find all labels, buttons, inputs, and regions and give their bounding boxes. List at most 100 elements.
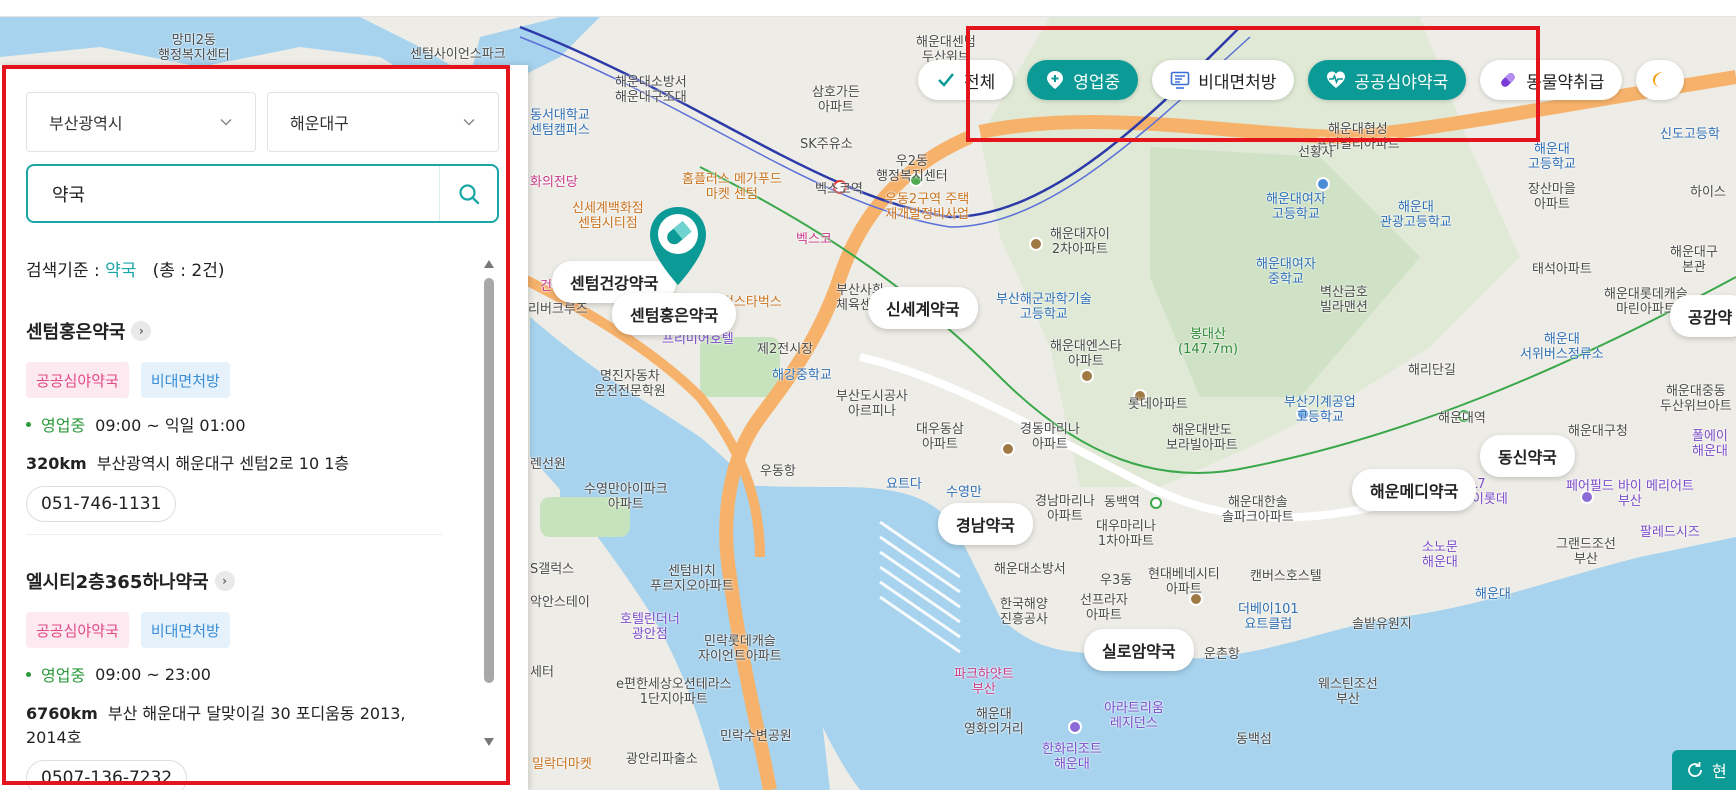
map-label: S갤럭스 <box>530 562 575 577</box>
map-label: 해운대구청 <box>1568 424 1628 439</box>
filter-highlight-box <box>966 26 1540 142</box>
poi-marker <box>1001 442 1015 456</box>
map-label: SK주유소 <box>800 137 853 152</box>
scrollbar-thumb[interactable] <box>484 278 494 683</box>
map-label: 렌선원 <box>530 457 566 472</box>
map-label: 해운대 영화의거리 <box>964 707 1024 737</box>
status-dot-icon <box>26 421 31 427</box>
map-label: 해운대중동 두산위브아트 <box>1660 384 1732 414</box>
map-label: 우동2구역 주택 재개발정비사업 <box>885 192 970 222</box>
pharmacy-map-label[interactable]: 센텀홍은약국 <box>612 293 737 335</box>
tag-remote-prescription: 비대면처방 <box>140 612 230 648</box>
search-box <box>26 164 499 223</box>
map-label: 신도고등학 <box>1660 127 1720 142</box>
map-label: 수영만아이파크 아파트 <box>584 482 668 512</box>
map-label: 대우동삼 아파트 <box>916 422 964 452</box>
refresh-icon <box>1688 762 1702 777</box>
result-item[interactable]: 센텀홍은약국 › 공공심야약국 비대면처방 영업중 09:00 ~ 익일 01:… <box>26 318 446 522</box>
map-label: 해운대여자 고등학교 <box>1266 192 1326 222</box>
poi-marker <box>1316 177 1330 191</box>
reset-location-button[interactable]: 현 <box>1672 750 1736 790</box>
result-tags: 공공심야약국 비대면처방 <box>26 362 446 398</box>
pharmacy-map-label[interactable]: 실로암약국 <box>1084 629 1194 671</box>
map-label: 우3동 <box>1100 573 1133 588</box>
result-address-row: 6760km 부산 해운대구 달맞이길 30 포디움동 2013, 2014호 <box>26 700 446 748</box>
map-label: 신세계백화점 센텀시티점 <box>572 201 644 231</box>
map-label: 홈플러스 메가푸드 마켓 센텀 <box>682 172 782 202</box>
map-label: 부산기계공업 고등학교 <box>1284 395 1356 425</box>
map-label: 한화리조트 해운대 <box>1042 742 1102 772</box>
pharmacy-map-label[interactable]: 해운메디약국 <box>1352 469 1477 511</box>
chevron-right-icon[interactable]: › <box>214 571 235 591</box>
app-root: 망미2동 행정복지센터 해운대소방서 해운대구조대 삼호가든 아파트 동서대학교 센텀캠… <box>0 0 1736 790</box>
tag-remote-prescription: 비대면처방 <box>140 362 230 398</box>
map-label: 벡스코 <box>796 232 832 247</box>
map-label: 명진자동차 운전전문학원 <box>594 369 666 399</box>
filter-night-mode-chip[interactable] <box>1636 60 1685 100</box>
map-label: 악안스테이 <box>530 595 590 610</box>
selected-pharmacy-pin-icon[interactable] <box>648 205 708 287</box>
phone-button[interactable]: 051-746-1131 <box>26 486 177 522</box>
result-name: 센텀홍은약국 <box>26 322 126 343</box>
open-status: 영업중 <box>41 416 86 435</box>
map-label: 해운대반도 보라빌아파트 <box>1166 423 1238 453</box>
search-input[interactable] <box>52 166 452 221</box>
map-label: 화의전당 <box>530 175 578 190</box>
pharmacy-map-label[interactable]: 공감약 <box>1670 295 1736 337</box>
map-label: 센텀비치 푸르지오아파트 <box>650 564 734 594</box>
map-label: 운촌항 <box>1204 647 1240 662</box>
map-label: 리버크루즈 <box>528 302 588 317</box>
map-label: 제2전시장 <box>757 342 814 357</box>
map-label: 한국해양 진흥공사 <box>1000 597 1048 627</box>
map-label: 광안리파출소 <box>626 752 698 767</box>
map-label: 봉대산 (147.7m) <box>1178 327 1239 357</box>
map-label: 현대베네시티 아파트 <box>1148 567 1220 597</box>
map-label: 더베이101 요트클럽 <box>1238 602 1299 632</box>
result-name-row[interactable]: 센텀홍은약국 › <box>26 318 446 344</box>
open-status: 영업중 <box>41 666 86 685</box>
map-label: 밀락더마켓 <box>532 757 592 772</box>
business-hours: 09:00 ~ 익일 01:00 <box>95 416 246 435</box>
map-label: 해운대엔스타 아파트 <box>1050 339 1122 369</box>
scroll-up-arrow-icon[interactable] <box>484 260 494 268</box>
district-select-value: 해운대구 <box>290 114 349 133</box>
map-label: 하이스 <box>1690 185 1726 200</box>
map-label: 대우마리나 1차아파트 <box>1096 519 1156 549</box>
city-select-value: 부산광역시 <box>49 114 123 133</box>
city-select[interactable]: 부산광역시 <box>26 92 256 152</box>
map-label: 솔밭유원지 <box>1352 617 1412 632</box>
map-label: 선프라자 아파트 <box>1080 593 1128 623</box>
criteria-total: (총 : 2건) <box>152 261 225 281</box>
result-divider <box>26 534 442 535</box>
district-select[interactable]: 해운대구 <box>267 92 499 152</box>
chevron-down-icon <box>463 118 475 126</box>
map-label: 그랜드조선 부산 <box>1556 537 1616 567</box>
result-item[interactable]: 엘시티2층365하나약국 › 공공심야약국 비대면처방 영업중 09:00 ~ … <box>26 568 446 790</box>
map-label: 해운대구 본관 <box>1670 245 1718 275</box>
result-tags: 공공심야약국 비대면처방 <box>26 612 446 648</box>
check-icon <box>936 70 956 90</box>
map-label: 벽산금호 빌라맨션 <box>1320 285 1368 315</box>
poi-marker <box>1068 720 1082 734</box>
map-label: 민락롯데캐슬 자이언트아파트 <box>698 634 782 664</box>
chevron-right-icon[interactable]: › <box>131 321 152 341</box>
map-label: 요트다 <box>886 477 922 492</box>
result-address: 부산광역시 해운대구 센텀2로 10 1층 <box>96 454 350 473</box>
map-label: 수영만 <box>946 485 982 500</box>
search-button[interactable] <box>439 166 497 221</box>
map-label: e편한세상오션테라스 1단지아파트 <box>616 677 732 707</box>
map-label: 웨스틴조선 부산 <box>1318 677 1378 707</box>
pharmacy-map-label[interactable]: 동신약국 <box>1480 435 1575 477</box>
result-distance: 320km <box>26 454 87 473</box>
pharmacy-map-label[interactable]: 경남약국 <box>938 503 1033 545</box>
result-name-row[interactable]: 엘시티2층365하나약국 › <box>26 568 446 594</box>
scroll-down-arrow-icon[interactable] <box>484 738 494 746</box>
poi-marker <box>1080 369 1094 383</box>
map-label: 경동마리나 아파트 <box>1020 422 1080 452</box>
result-hours: 영업중 09:00 ~ 익일 01:00 <box>26 412 446 436</box>
pharmacy-map-label[interactable]: 신세계약국 <box>868 287 978 329</box>
map-label: 해운대소방서 <box>994 562 1066 577</box>
search-criteria: 검색기준 : 약국 (총 : 2건) <box>26 256 225 281</box>
phone-button[interactable]: 0507-136-7232 <box>26 760 188 790</box>
map-label: 동백섬 <box>1236 732 1272 747</box>
